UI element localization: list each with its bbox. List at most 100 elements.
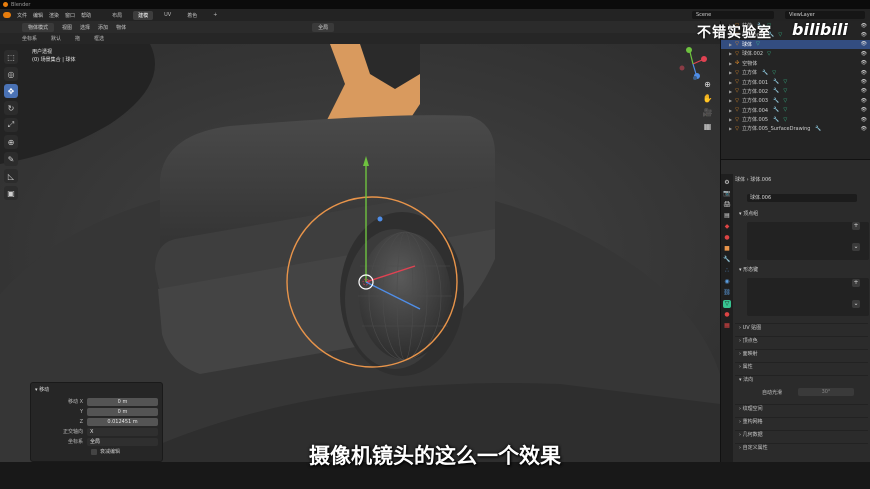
texture-space-panel[interactable]: › 纹理空间 <box>735 404 868 413</box>
move-x-row: 移动 X 0 m <box>35 397 158 406</box>
view-layer-selector[interactable]: ViewLayer <box>785 11 865 19</box>
box-select[interactable]: 框选 <box>94 35 104 42</box>
orientation-default[interactable]: 默认 <box>51 35 61 42</box>
outliner-row[interactable]: ▶ ▽ 立方体.005 🔧 ▽ 👁 <box>721 115 870 124</box>
menu-file[interactable]: 文件 <box>17 12 27 19</box>
physics-tab-icon[interactable]: ◉ <box>723 278 731 286</box>
uv-maps-panel[interactable]: › UV 贴图 <box>735 323 868 332</box>
menu-object[interactable]: 物体 <box>116 24 126 31</box>
world-tab-icon[interactable]: ● <box>723 234 731 242</box>
outliner-row[interactable]: ▶ ▽ 立方体 🔧 ▽ 👁 <box>721 68 870 77</box>
select-box-tool[interactable]: ⬚ <box>4 50 18 64</box>
geometry-data-panel[interactable]: › 几何数据 <box>735 430 868 439</box>
vertex-group-menu-button[interactable]: ⌄ <box>852 243 860 251</box>
tool-tab-icon[interactable]: ⚙ <box>723 179 731 187</box>
outliner-row[interactable]: ▶ ▽ 立方体.005_SurfaceDrawing 🔧 👁 <box>721 124 870 133</box>
add-cube-tool[interactable]: ▣ <box>4 186 18 200</box>
constraints-tab-icon[interactable]: ⛓ <box>723 289 731 297</box>
measure-icon: ◺ <box>7 171 15 181</box>
select-box-icon: ⬚ <box>7 52 15 62</box>
outliner-row[interactable]: ▶ ✣ 空物体 👁 <box>721 59 870 68</box>
menu-select[interactable]: 选择 <box>80 24 90 31</box>
orientation-label: 坐标系 <box>22 36 38 42</box>
face-maps-panel[interactable]: › 面映射 <box>735 349 868 358</box>
output-tab-icon[interactable]: 🖨 <box>723 201 731 209</box>
left-toolbar: ⬚ ◎ ✥ ↻ ⤢ ⊕ ✎ ◺ ▣ <box>4 50 20 200</box>
orient-axis-row: 正交轴向 X <box>35 427 158 436</box>
menu-view[interactable]: 视图 <box>62 24 72 31</box>
particles-tab-icon[interactable]: ∴ <box>723 267 731 275</box>
shape-key-menu-button[interactable]: ⌄ <box>852 300 860 308</box>
tab-layout[interactable]: 布局 <box>107 11 127 20</box>
annotate-tool[interactable]: ✎ <box>4 152 18 166</box>
blender-menu-icon[interactable] <box>3 12 11 18</box>
modifier-tab-icon[interactable]: 🔧 <box>723 256 731 264</box>
operator-title[interactable]: ▾ 移动 <box>35 386 158 393</box>
menu-help[interactable]: 帮助 <box>81 12 91 19</box>
attributes-panel[interactable]: › 属性 <box>735 362 868 371</box>
tool-options-header: 坐标系 默认 拖 框选 <box>0 33 720 44</box>
properties-tabs: ⚙ 📷 🖨 ▤ ◆ ● ■ 🔧 ∴ ◉ ⛓ ▽ ● ▦ <box>721 174 733 464</box>
object-tab-icon[interactable]: ■ <box>723 245 731 253</box>
video-subtitle: 摄像机镜头的这么一个效果 <box>309 444 561 468</box>
shape-keys-header[interactable]: ▾ 形态键 <box>735 266 868 275</box>
remesh-panel[interactable]: › 重构网格 <box>735 417 868 426</box>
menu-add[interactable]: 添加 <box>98 24 108 31</box>
tab-uv[interactable]: UV <box>159 11 176 19</box>
mode-selector[interactable]: 物体模式 <box>22 22 55 32</box>
move-z-row: Z 0.012451 m <box>35 417 158 426</box>
menu-render[interactable]: 渲染 <box>49 12 59 19</box>
app-title: Blender <box>11 1 31 8</box>
mesh-data-tab-icon[interactable]: ▽ <box>723 300 731 308</box>
channel-watermark: 不错实验室 <box>697 25 772 41</box>
shape-keys-list[interactable] <box>747 278 869 316</box>
collection-object-label: (0) 场景集合 | 球体 <box>32 57 76 63</box>
zoom-icon[interactable]: ⊕ <box>702 79 713 90</box>
view-name: 用户透视 <box>32 49 53 55</box>
menu-edit[interactable]: 编辑 <box>33 12 43 19</box>
tab-modeling[interactable]: 建模 <box>133 10 154 20</box>
mesh-name-field[interactable]: 球体.006 <box>747 194 857 202</box>
vertex-groups-list[interactable] <box>747 222 869 260</box>
outliner-row[interactable]: ▶ ▽ 立方体.004 🔧 ▽ 👁 <box>721 106 870 115</box>
transform-orientation[interactable]: 全局 <box>312 22 335 32</box>
scene-tab-icon[interactable]: ◆ <box>723 223 731 231</box>
transform-tool[interactable]: ⊕ <box>4 135 18 149</box>
render-tab-icon[interactable]: 📷 <box>723 190 731 198</box>
vertex-colors-panel[interactable]: › 顶点色 <box>735 336 868 345</box>
rotate-icon: ↻ <box>7 103 15 113</box>
add-workspace-icon[interactable]: + <box>208 11 222 19</box>
move-x-field[interactable]: 0 m <box>87 397 158 406</box>
bilibili-logo: bilibili <box>792 20 848 39</box>
tab-shading[interactable]: 着色 <box>182 11 202 20</box>
auto-smooth-angle-field[interactable]: 30° <box>798 388 854 396</box>
orient-axis-select[interactable]: X <box>87 427 158 436</box>
normals-panel[interactable]: ▾ 法向 <box>735 375 868 384</box>
outliner-row[interactable]: ▶ ▽ 立方体.002 🔧 ▽ 👁 <box>721 87 870 96</box>
scale-icon: ⤢ <box>7 120 15 129</box>
add-vertex-group-button[interactable]: + <box>852 222 860 230</box>
data-breadcrumb[interactable]: 球体.006 <box>750 177 771 183</box>
ortho-grid-icon[interactable]: ▦ <box>702 121 713 132</box>
material-tab-icon[interactable]: ● <box>723 311 731 319</box>
outliner-row[interactable]: ▶ ▽ 球体.002 ▽ 👁 <box>721 49 870 58</box>
move-y-field[interactable]: 0 m <box>87 407 158 416</box>
outliner-row[interactable]: ▶ ▽ 立方体.003 🔧 ▽ 👁 <box>721 96 870 105</box>
pan-hand-icon[interactable]: ✋ <box>702 93 713 104</box>
cursor-icon: ◎ <box>7 69 15 79</box>
move-tool[interactable]: ✥ <box>4 84 18 98</box>
move-z-field[interactable]: 0.012451 m <box>87 417 158 426</box>
rotate-tool[interactable]: ↻ <box>4 101 18 115</box>
outliner-row[interactable]: ▶ ▽ 立方体.001 🔧 ▽ 👁 <box>721 77 870 86</box>
menu-window[interactable]: 窗口 <box>65 12 75 19</box>
texture-tab-icon[interactable]: ▦ <box>723 322 731 330</box>
camera-view-icon[interactable]: 🎥 <box>702 107 713 118</box>
cursor-tool[interactable]: ◎ <box>4 67 18 81</box>
scene-selector[interactable]: Scene <box>692 11 774 19</box>
object-breadcrumb[interactable]: 球体 <box>735 177 745 183</box>
add-shape-key-button[interactable]: + <box>852 279 860 287</box>
vertex-groups-header[interactable]: ▾ 顶点组 <box>735 210 868 219</box>
scale-tool[interactable]: ⤢ <box>4 118 18 132</box>
measure-tool[interactable]: ◺ <box>4 169 18 183</box>
view-layer-tab-icon[interactable]: ▤ <box>723 212 731 220</box>
